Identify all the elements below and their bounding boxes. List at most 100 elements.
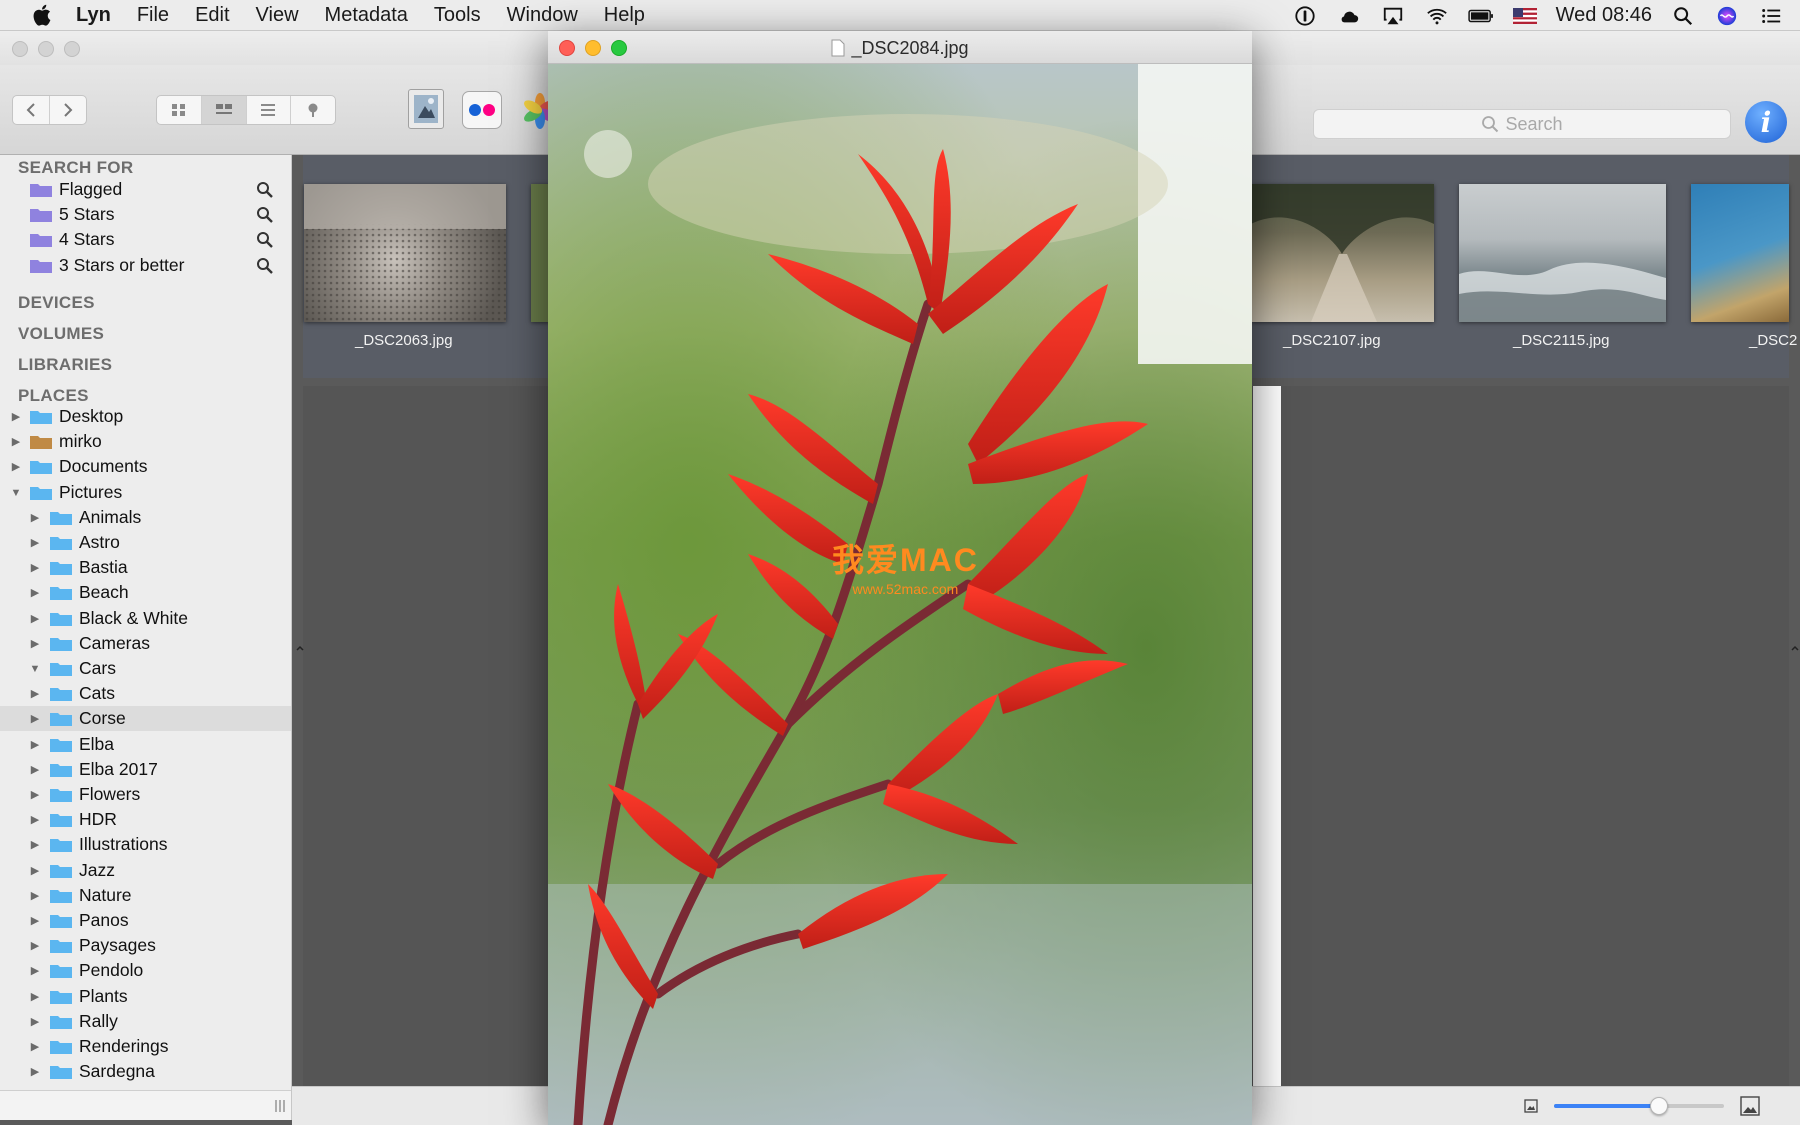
disclosure-open-icon[interactable]: ▼ (10, 487, 22, 499)
sidebar-folder-item[interactable]: ▶ Pendolo (0, 958, 291, 983)
disclosure-closed-icon[interactable]: ▶ (29, 1016, 41, 1028)
menu-window[interactable]: Window (507, 4, 578, 27)
menu-edit[interactable]: Edit (195, 4, 229, 27)
disclosure-closed-icon[interactable]: ▶ (29, 789, 41, 801)
app-menu[interactable]: Lyn (76, 4, 111, 27)
sidebar-folder-item[interactable]: ▶ Elba (0, 732, 291, 757)
smart-search-item[interactable]: Flagged (0, 177, 291, 202)
thumbnail-dsc2-partial[interactable] (1691, 184, 1789, 322)
menu-view[interactable]: View (256, 4, 299, 27)
disclosure-closed-icon[interactable]: ▶ (29, 688, 41, 700)
zoom-button-inactive[interactable] (64, 41, 80, 57)
collapse-left-icon[interactable] (295, 644, 305, 654)
large-thumbnail-icon[interactable] (1740, 1096, 1760, 1116)
sidebar-folder-item[interactable]: ▼ Cars (0, 656, 291, 681)
sidebar-folder-item[interactable]: ▶ Jazz (0, 858, 291, 883)
info-button[interactable]: i (1745, 101, 1787, 143)
disclosure-closed-icon[interactable]: ▶ (29, 713, 41, 725)
disclosure-closed-icon[interactable]: ▶ (29, 890, 41, 902)
disclosure-closed-icon[interactable]: ▶ (29, 512, 41, 524)
airplay-icon[interactable] (1380, 5, 1406, 27)
sidebar-folder-item[interactable]: ▶ Rally (0, 1009, 291, 1034)
section-devices[interactable]: DEVICES (18, 293, 95, 313)
close-button-inactive[interactable] (12, 41, 28, 57)
search-icon[interactable] (256, 231, 274, 249)
sidebar-folder-item[interactable]: ▶ Animals (0, 505, 291, 530)
disclosure-closed-icon[interactable]: ▶ (29, 764, 41, 776)
disclosure-closed-icon[interactable]: ▶ (29, 537, 41, 549)
disclosure-closed-icon[interactable]: ▶ (29, 965, 41, 977)
siri-icon[interactable] (1714, 5, 1740, 27)
forward-button[interactable] (50, 96, 86, 124)
menu-help[interactable]: Help (604, 4, 645, 27)
disclosure-closed-icon[interactable]: ▶ (29, 915, 41, 927)
resize-handle-icon[interactable] (274, 1099, 286, 1113)
sidebar-folder-item[interactable]: ▶ Elba 2017 (0, 757, 291, 782)
disclosure-closed-icon[interactable]: ▶ (29, 613, 41, 625)
filmstrip-view-button[interactable] (201, 96, 247, 124)
thumbnail-dsc2063[interactable] (304, 184, 506, 322)
disclosure-closed-icon[interactable]: ▶ (29, 814, 41, 826)
minimize-button-inactive[interactable] (38, 41, 54, 57)
disclosure-closed-icon[interactable]: ▶ (10, 411, 22, 423)
us-flag-icon[interactable] (1512, 7, 1538, 24)
notification-center-icon[interactable] (1758, 5, 1784, 27)
disclosure-closed-icon[interactable]: ▶ (29, 865, 41, 877)
sidebar-folder-item[interactable]: ▶ Panos (0, 908, 291, 933)
thumbnail-dsc2115[interactable] (1459, 184, 1666, 322)
disclosure-closed-icon[interactable]: ▶ (10, 436, 22, 448)
disclosure-closed-icon[interactable]: ▶ (29, 991, 41, 1003)
sidebar-folder-item[interactable]: ▶ Beach (0, 580, 291, 605)
menu-file[interactable]: File (137, 4, 169, 27)
menu-metadata[interactable]: Metadata (325, 4, 408, 27)
battery-icon[interactable] (1467, 5, 1494, 27)
section-libraries[interactable]: LIBRARIES (18, 355, 112, 375)
sidebar-folder-item[interactable]: ▶ Plants (0, 984, 291, 1009)
apple-menu-icon[interactable] (28, 2, 58, 28)
sidebar-folder-item[interactable]: ▶ Bastia (0, 555, 291, 580)
back-button[interactable] (13, 96, 50, 124)
section-volumes[interactable]: VOLUMES (18, 324, 104, 344)
zoom-slider[interactable] (1554, 1097, 1724, 1115)
cloud-icon[interactable] (1336, 5, 1362, 27)
small-thumbnail-icon[interactable] (1524, 1099, 1538, 1113)
password-manager-icon[interactable] (1292, 5, 1318, 27)
sidebar-folder-item[interactable]: ▶ Cats (0, 681, 291, 706)
zoom-slider-knob[interactable] (1650, 1097, 1669, 1115)
search-icon[interactable] (256, 181, 274, 199)
search-icon[interactable] (256, 257, 274, 275)
disclosure-closed-icon[interactable]: ▶ (10, 461, 22, 473)
disclosure-closed-icon[interactable]: ▶ (29, 587, 41, 599)
sidebar-folder-item[interactable]: ▶ Renderings (0, 1034, 291, 1059)
smart-search-item[interactable]: 3 Stars or better (0, 253, 291, 278)
search-field[interactable]: Search (1313, 109, 1731, 139)
menu-tools[interactable]: Tools (434, 4, 481, 27)
sidebar-item-desktop[interactable]: ▶ Desktop (0, 404, 291, 429)
sidebar-folder-item[interactable]: ▶ Corse (0, 706, 291, 732)
sidebar-folder-item[interactable]: ▶ HDR (0, 807, 291, 832)
search-icon[interactable] (256, 206, 274, 224)
smart-search-item[interactable]: 5 Stars (0, 202, 291, 227)
spotlight-icon[interactable] (1670, 5, 1696, 27)
sidebar-folder-item[interactable]: ▶ Flowers (0, 782, 291, 807)
map-view-button[interactable] (291, 96, 335, 124)
sidebar-item-mirko[interactable]: ▶ mirko (0, 429, 291, 454)
sidebar-folder-item[interactable]: ▶ Paysages (0, 933, 291, 958)
photos-button[interactable] (520, 91, 548, 129)
sidebar-folder-item[interactable]: ▶ Nature (0, 883, 291, 908)
list-view-button[interactable] (247, 96, 292, 124)
grid-view-button[interactable] (157, 96, 202, 124)
collapse-right-icon[interactable] (1790, 644, 1800, 654)
flickr-button[interactable] (462, 91, 502, 129)
sidebar-folder-item[interactable]: ▶ Sardegna (0, 1059, 291, 1084)
disclosure-closed-icon[interactable]: ▶ (29, 1041, 41, 1053)
wifi-icon[interactable] (1424, 5, 1450, 27)
disclosure-closed-icon[interactable]: ▶ (29, 940, 41, 952)
disclosure-open-icon[interactable]: ▼ (29, 663, 41, 675)
sidebar-folder-item[interactable]: ▶ Cameras (0, 631, 291, 656)
sidebar-folder-item[interactable]: ▶ Astro (0, 530, 291, 555)
section-places[interactable]: PLACES (18, 386, 89, 406)
sidebar-item-pictures[interactable]: ▼ Pictures (0, 480, 291, 505)
thumbnail-dsc2107[interactable] (1251, 184, 1434, 322)
smart-search-item[interactable]: 4 Stars (0, 227, 291, 252)
